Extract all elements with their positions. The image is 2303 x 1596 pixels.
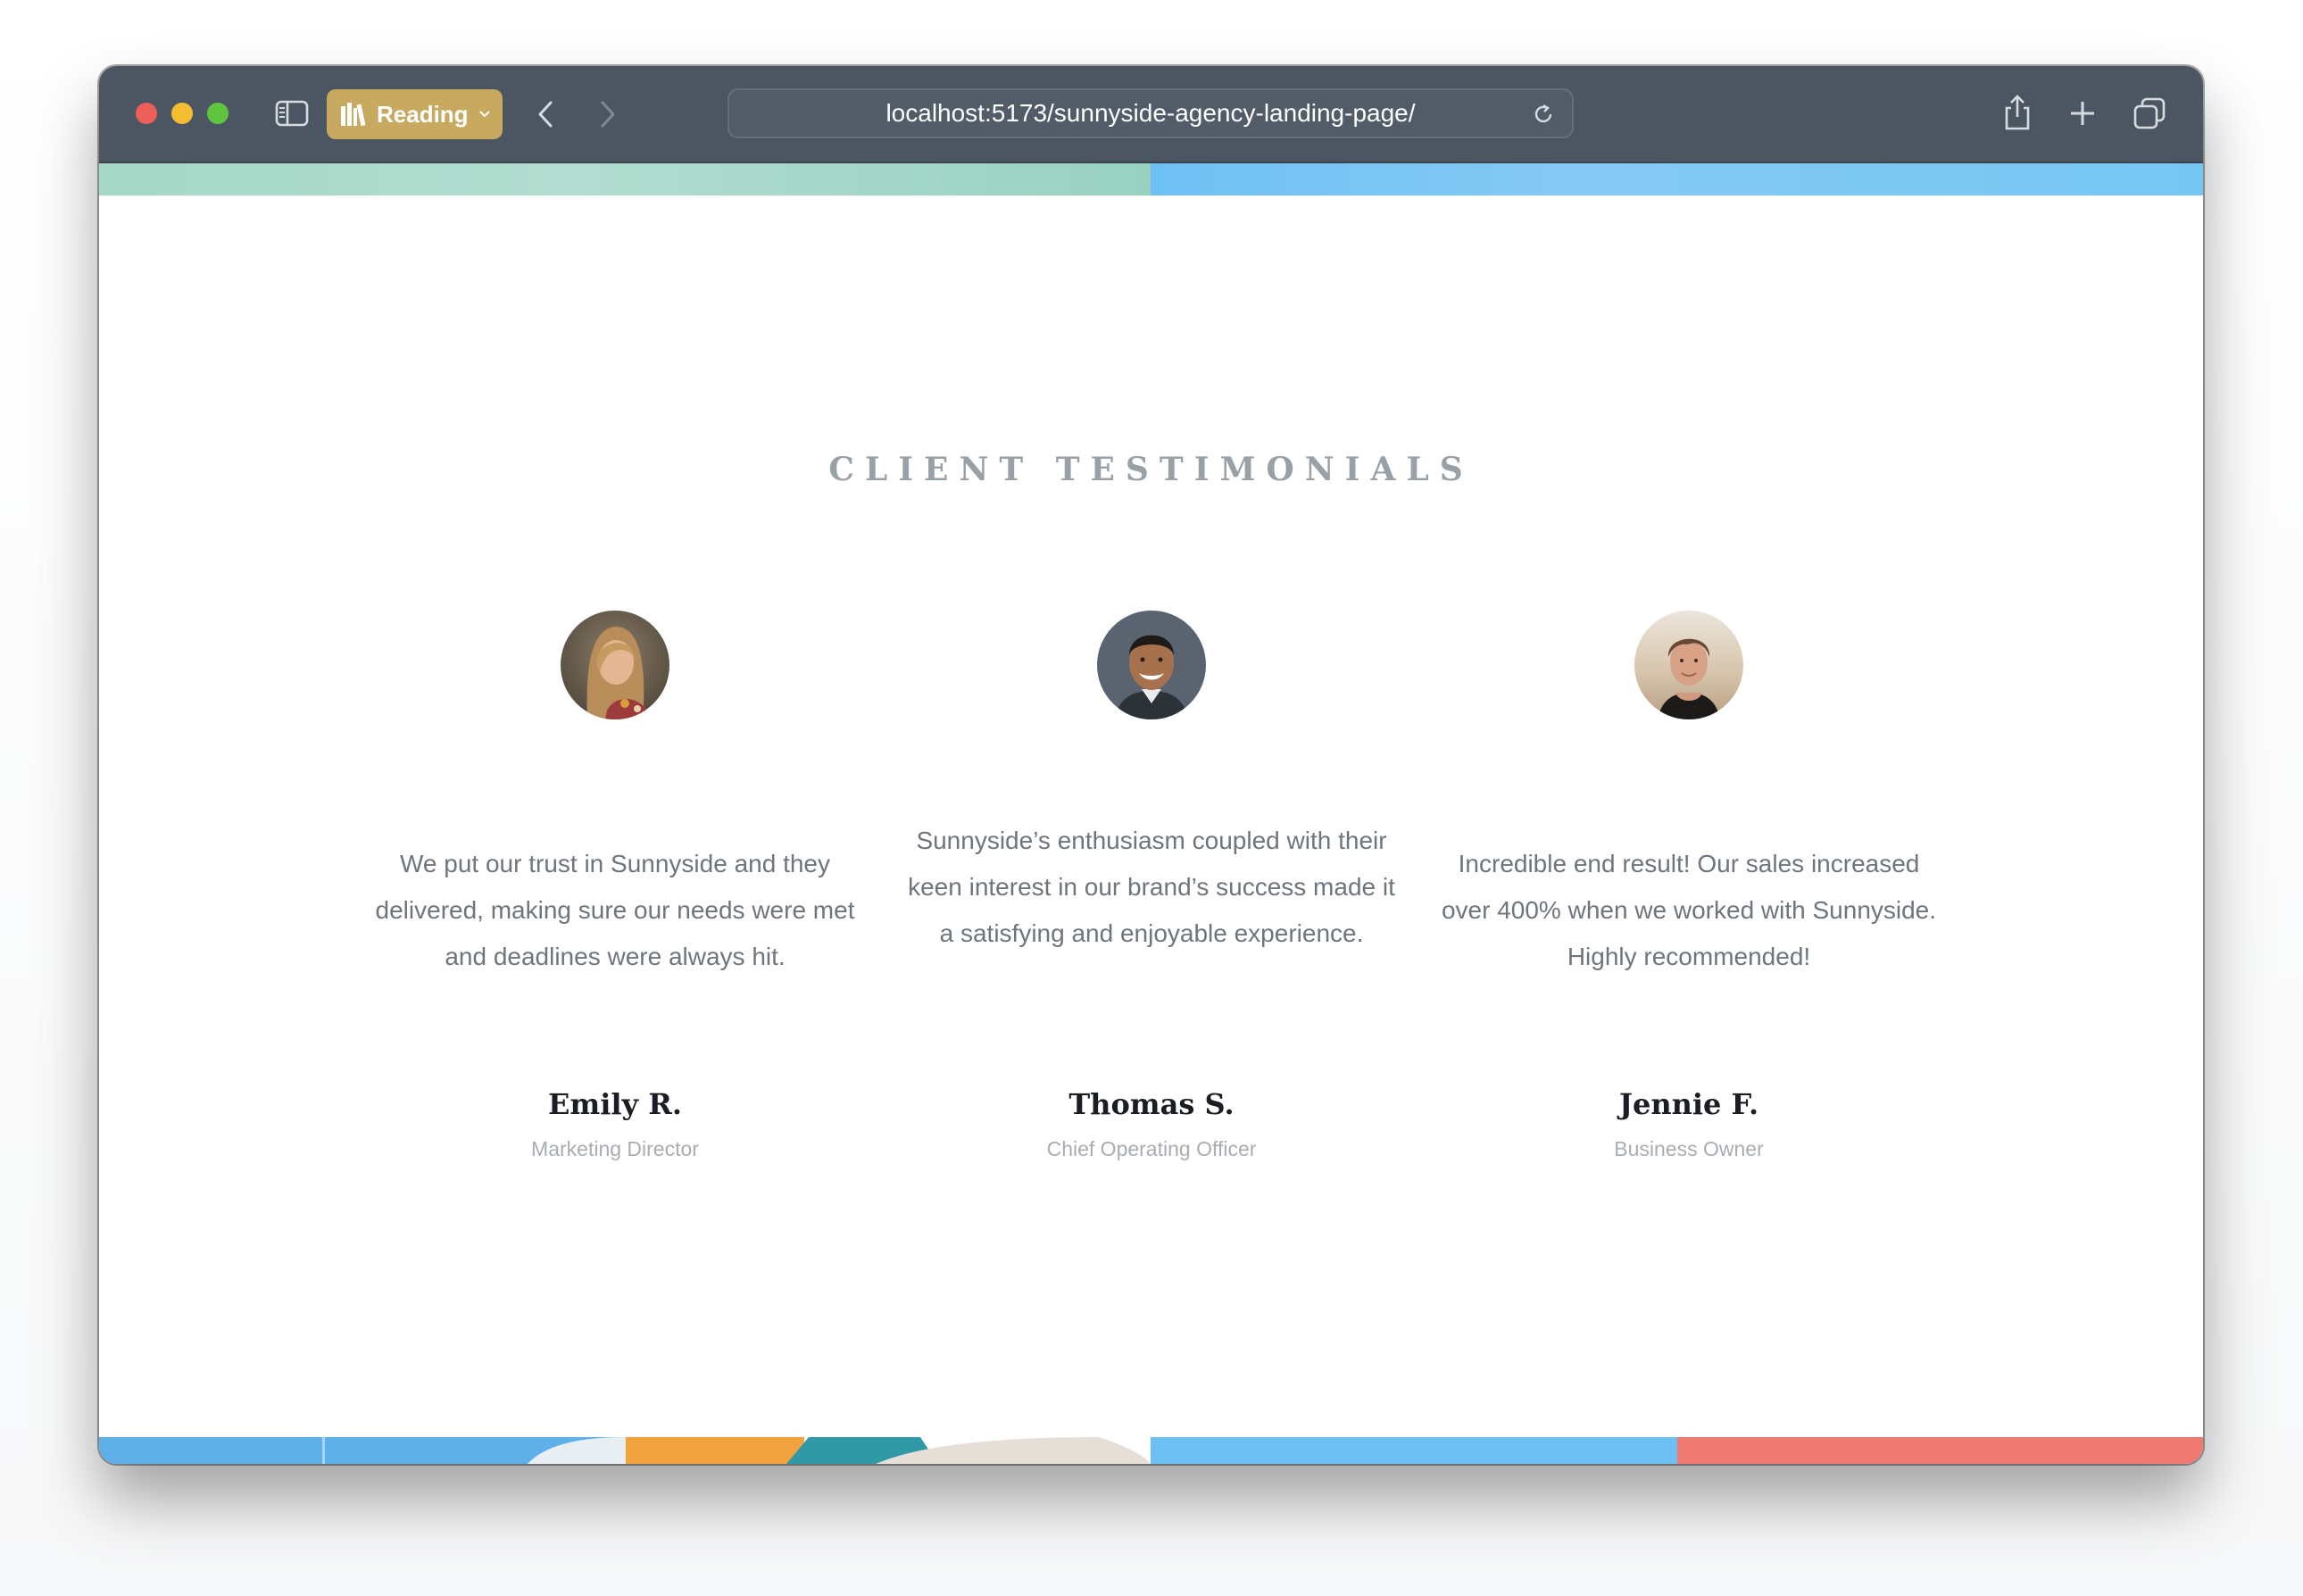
browser-window: Reading localhost:5173/sunnyside-agency-… [99, 66, 2203, 1464]
testimonial-role: Marketing Director [531, 1137, 699, 1160]
gallery-image-blue [1151, 163, 2203, 195]
books-icon [339, 101, 368, 128]
testimonial-quote: Incredible end result! Our sales increas… [1441, 850, 1937, 970]
url-text: localhost:5173/sunnyside-agency-landing-… [885, 99, 1416, 127]
zoom-window-button[interactable] [207, 103, 229, 124]
reading-label: Reading [377, 100, 469, 128]
chevron-down-icon [478, 109, 492, 120]
gallery-image-green [99, 163, 1151, 195]
new-tab-icon[interactable] [2065, 96, 2100, 131]
testimonial-quote: We put our trust in Sunnyside and they d… [375, 850, 855, 970]
testimonial-name: Jennie F. [1618, 1087, 1759, 1121]
testimonial-name: Thomas S. [1068, 1087, 1235, 1121]
testimonial-role: Business Owner [1614, 1137, 1764, 1160]
reload-icon[interactable] [1531, 102, 1556, 127]
avatar [561, 611, 669, 719]
testimonial-quote: Sunnyside’s enthusiasm coupled with thei… [908, 827, 1395, 947]
sidebar-toggle-icon[interactable] [274, 98, 310, 129]
tab-overview-icon[interactable] [2131, 95, 2168, 132]
web-page: CLIENT TESTIMONIALS We put our trust in … [99, 163, 2203, 1464]
forward-arrow-icon[interactable] [590, 96, 626, 132]
browser-toolbar: Reading localhost:5173/sunnyside-agency-… [99, 66, 2203, 163]
section-title: CLIENT TESTIMONIALS [828, 451, 1474, 488]
minimize-window-button[interactable] [171, 103, 193, 124]
bottom-image-strip [99, 1437, 2203, 1464]
avatar [1097, 611, 1206, 719]
desktop-background: Reading localhost:5173/sunnyside-agency-… [0, 0, 2303, 1596]
top-image-strip [99, 163, 2203, 195]
testimonial-name: Emily R. [547, 1087, 683, 1121]
address-bar[interactable]: localhost:5173/sunnyside-agency-landing-… [727, 88, 1574, 138]
reading-list-button[interactable]: Reading [327, 89, 503, 139]
share-icon[interactable] [2000, 93, 2035, 132]
avatar [1634, 611, 1743, 719]
testimonial-role: Chief Operating Officer [1046, 1137, 1257, 1160]
back-arrow-icon[interactable] [528, 96, 563, 132]
close-window-button[interactable] [136, 103, 157, 124]
